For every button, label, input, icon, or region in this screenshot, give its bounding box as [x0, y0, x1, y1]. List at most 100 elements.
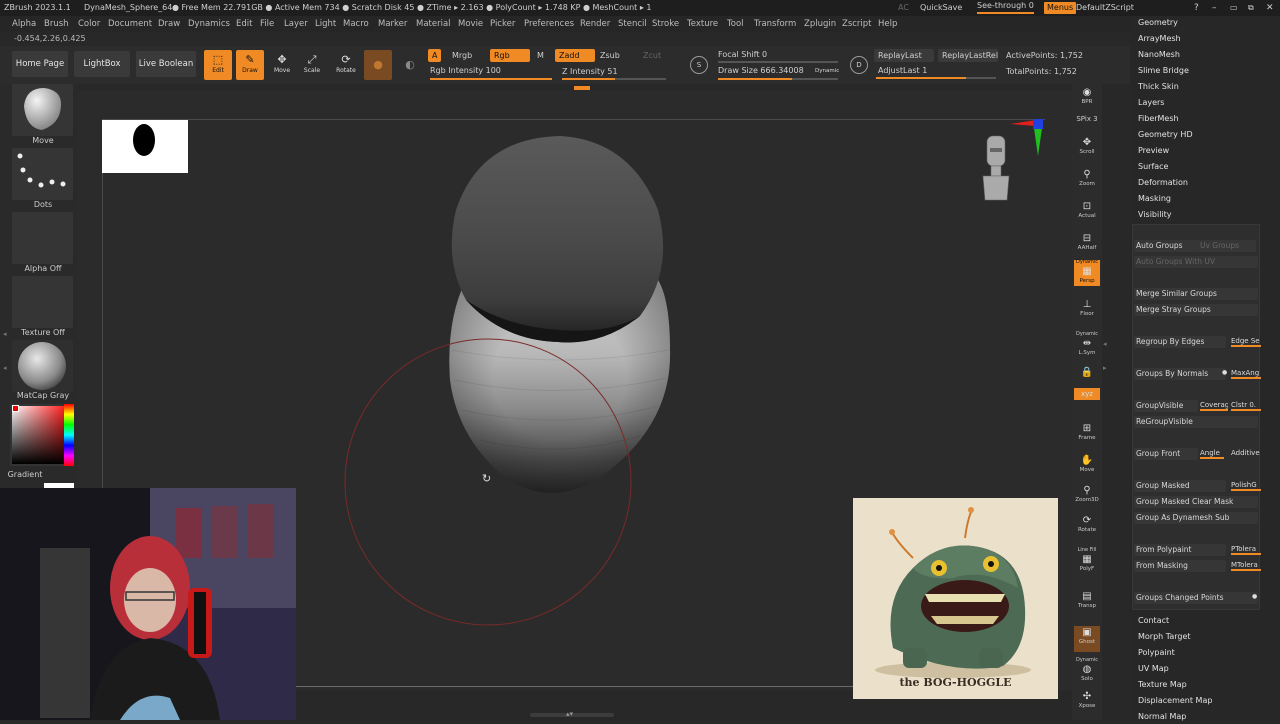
shelf-bpr-button[interactable]: ◉ BPR [1074, 86, 1100, 112]
left-tray-arrow-icon-2[interactable]: ◂ [3, 364, 7, 372]
edge-sensitivity-slider[interactable]: Edge Se [1231, 335, 1261, 347]
palette-masking[interactable]: Masking [1138, 192, 1171, 206]
angle-slider[interactable]: Angle [1200, 447, 1224, 459]
palette-preview[interactable]: Preview [1138, 144, 1169, 158]
texture-thumbnail[interactable] [12, 276, 73, 328]
lightbox-button[interactable]: LightBox [74, 51, 130, 77]
polypaint-tolerance-slider[interactable]: PTolera [1231, 543, 1261, 555]
brush-thumbnail[interactable] [12, 84, 73, 136]
zcut-toggle[interactable]: Zcut [643, 50, 661, 62]
menu-movie[interactable]: Movie [458, 16, 483, 32]
palette-thick-skin[interactable]: Thick Skin [1138, 80, 1179, 94]
restore-icon[interactable]: ▭ [1230, 0, 1238, 16]
alpha-thumbnail[interactable] [12, 212, 73, 264]
draw-button[interactable]: ✎ Draw [236, 50, 264, 80]
material-swatch-button[interactable]: ● [364, 50, 392, 80]
group-visible-button[interactable]: GroupVisible [1134, 400, 1198, 412]
edit-button[interactable]: ⬚ Edit [204, 50, 232, 80]
palette-surface[interactable]: Surface [1138, 160, 1168, 174]
max-angle-slider[interactable]: MaxAng [1231, 367, 1261, 379]
palette-fibermesh[interactable]: FiberMesh [1138, 112, 1179, 126]
palette-deformation[interactable]: Deformation [1138, 176, 1188, 190]
shelf-polyf-button[interactable]: Line Fill ▦ PolyF [1074, 548, 1100, 574]
menu-marker[interactable]: Marker [378, 16, 407, 32]
right-tray-arrow-icon-2[interactable]: ▸ [1103, 364, 1107, 372]
replay-last-button[interactable]: ReplayLast [874, 49, 934, 62]
coverage-slider[interactable]: Coverag [1200, 399, 1228, 411]
menu-macro[interactable]: Macro [343, 16, 369, 32]
m-toggle[interactable]: M [537, 50, 544, 62]
close-icon[interactable]: ✕ [1266, 0, 1274, 16]
zsub-toggle[interactable]: Zsub [600, 50, 620, 62]
masking-tolerance-slider[interactable]: MTolera [1231, 559, 1261, 571]
minimize-icon[interactable]: – [1212, 0, 1217, 16]
menu-stencil[interactable]: Stencil [618, 16, 647, 32]
shelf-actual-button[interactable]: ⊡ Actual [1074, 200, 1100, 226]
auto-groups-button[interactable]: Auto Groups [1134, 240, 1198, 252]
adjust-last-slider[interactable] [876, 77, 996, 79]
menus-button[interactable]: Menus [1044, 2, 1077, 14]
group-front-button[interactable]: Group Front [1134, 448, 1198, 460]
axis-gizmo-icon[interactable] [1006, 116, 1046, 160]
dynamic-toggle[interactable]: Dynamic [815, 65, 839, 77]
from-masking-button[interactable]: From Masking [1134, 560, 1226, 572]
auto-groups-with-uv-button[interactable]: Auto Groups With UV [1134, 256, 1258, 268]
mrgb-toggle[interactable]: Mrgb [452, 50, 472, 62]
groups-by-normals-button[interactable]: Groups By Normals [1134, 368, 1226, 380]
rgb-toggle[interactable]: Rgb [490, 49, 530, 62]
menu-picker[interactable]: Picker [490, 16, 515, 32]
palette-displacement-map[interactable]: Displacement Map [1138, 694, 1212, 708]
help-icon[interactable]: ? [1194, 0, 1199, 16]
menu-dynamics[interactable]: Dynamics [188, 16, 230, 32]
material-thumbnail[interactable] [12, 340, 73, 392]
stroke-thumbnail[interactable] [12, 148, 73, 200]
shelf-xpose-button[interactable]: ✣ Xpose [1074, 690, 1100, 716]
menu-transform[interactable]: Transform [754, 16, 796, 32]
palette-polypaint[interactable]: Polypaint [1138, 646, 1175, 660]
palette-normal-map[interactable]: Normal Map [1138, 710, 1186, 724]
menu-zplugin[interactable]: Zplugin [804, 16, 836, 32]
menu-render[interactable]: Render [580, 16, 610, 32]
shelf-aahalf-button[interactable]: ⊟ AAHalf [1074, 232, 1100, 258]
bottom-tray-arrow-icon[interactable]: ▴▾ [566, 710, 573, 718]
group-masked-clear-mask-button[interactable]: Group Masked Clear Mask [1134, 496, 1258, 508]
shelf-zoom3d-button[interactable]: ⚲ Zoom3D [1074, 484, 1100, 510]
from-polypaint-button[interactable]: From Polypaint [1134, 544, 1226, 556]
menu-brush[interactable]: Brush [44, 16, 69, 32]
z-intensity-slider[interactable] [562, 78, 666, 80]
group-as-dynamesh-sub-button[interactable]: Group As Dynamesh Sub [1134, 512, 1258, 524]
shelf-frame-button[interactable]: ⊞ Frame [1074, 422, 1100, 448]
cluster-slider[interactable]: Clstr 0. [1231, 399, 1261, 411]
focal-shift-slider[interactable] [718, 61, 838, 63]
menu-alpha[interactable]: Alpha [12, 16, 36, 32]
move-button[interactable]: ✥ Move [268, 50, 296, 80]
zadd-toggle[interactable]: Zadd [555, 49, 595, 62]
menu-edit[interactable]: Edit [236, 16, 252, 32]
hue-strip[interactable] [64, 404, 74, 466]
left-tray-arrow-icon[interactable]: ◂ [3, 330, 7, 338]
merge-similar-groups-button[interactable]: Merge Similar Groups [1134, 288, 1258, 300]
menu-light[interactable]: Light [315, 16, 336, 32]
polish-groups-slider[interactable]: PolishG [1231, 479, 1261, 491]
shelf-ghost-button[interactable]: ▣ Ghost [1074, 626, 1100, 652]
scale-button[interactable]: ⤢ Scale [298, 50, 326, 80]
home-page-button[interactable]: Home Page [12, 51, 68, 77]
a-toggle[interactable]: A [428, 49, 442, 62]
menu-stroke[interactable]: Stroke [652, 16, 679, 32]
menu-help[interactable]: Help [878, 16, 897, 32]
shelf-rotate-button[interactable]: ⟳ Rotate [1074, 514, 1100, 540]
additive-toggle[interactable]: Additive [1231, 447, 1261, 459]
see-through-slider[interactable]: See-through 0 [977, 0, 1034, 14]
shelf-floor-button[interactable]: ⊥ Floor [1074, 298, 1100, 324]
palette-nanomesh[interactable]: NanoMesh [1138, 48, 1180, 62]
menu-file[interactable]: File [260, 16, 274, 32]
menu-zscript[interactable]: Zscript [842, 16, 872, 32]
color-sphere-button[interactable]: ◐ [396, 50, 424, 80]
palette-arraymesh[interactable]: ArrayMesh [1138, 32, 1181, 46]
groups-changed-points-button[interactable]: Groups Changed Points [1134, 592, 1258, 604]
stroke-d-icon[interactable]: D [850, 56, 868, 74]
replay-last-rel-button[interactable]: ReplayLastRel [938, 49, 998, 62]
shelf-zoom-button[interactable]: ⚲ Zoom [1074, 168, 1100, 194]
shelf-move-button[interactable]: ✋ Move [1074, 454, 1100, 480]
merge-stray-groups-button[interactable]: Merge Stray Groups [1134, 304, 1258, 316]
